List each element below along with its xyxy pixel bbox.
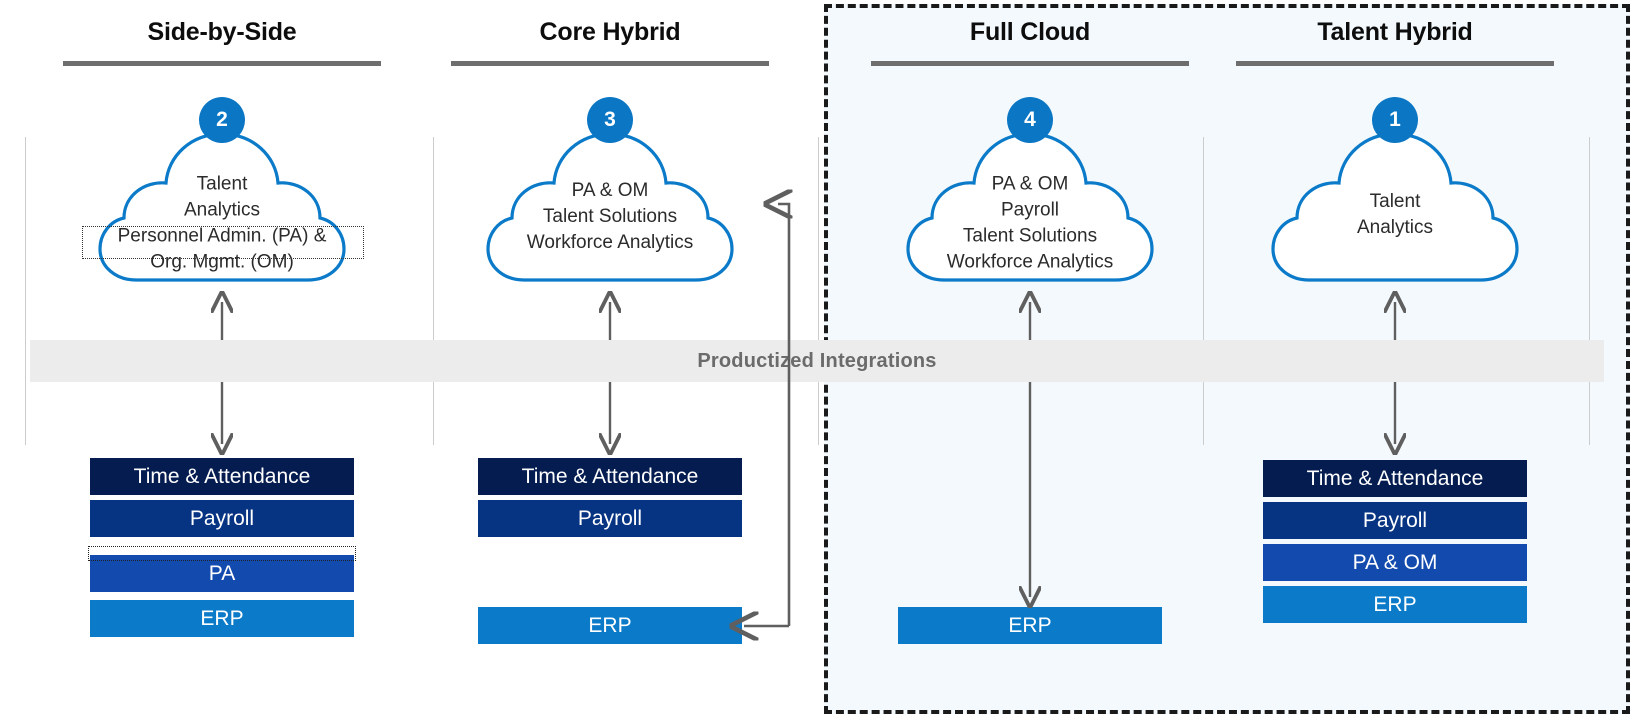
product-stack: Time & Attendance Payroll PA & OM ERP bbox=[1263, 460, 1527, 628]
cloud-shape: PA & OM Payroll Talent Solutions Workfor… bbox=[880, 128, 1180, 293]
column-rule bbox=[451, 61, 769, 66]
stack-block-erp[interactable]: ERP bbox=[1263, 586, 1527, 623]
column-title: Full Cloud bbox=[969, 18, 1091, 46]
step-badge: 4 bbox=[1007, 97, 1053, 143]
product-stack: Time & Attendance Payroll PA ERP bbox=[88, 458, 356, 642]
stack-block-payroll[interactable]: Payroll bbox=[478, 500, 742, 537]
column-talent-hybrid: Talent Hybrid 1 Talent Analytics Time & … bbox=[1205, 0, 1585, 719]
stack-block-payroll[interactable]: Payroll bbox=[1263, 502, 1527, 539]
stack-block-empty bbox=[898, 542, 1162, 602]
cloud-label: Talent Analytics Personnel Admin. (PA) &… bbox=[117, 172, 327, 272]
column-separator bbox=[1589, 137, 1590, 445]
column-full-cloud: Full Cloud 4 PA & OM Payroll Talent Solu… bbox=[840, 0, 1220, 719]
stack-block-payroll[interactable]: Payroll bbox=[90, 500, 354, 537]
column-side-by-side: Side-by-Side 2 Talent Analytics Personne… bbox=[32, 0, 412, 719]
step-badge: 3 bbox=[587, 97, 633, 143]
stack-block-erp[interactable]: ERP bbox=[478, 607, 742, 644]
stack-block-empty bbox=[898, 500, 1162, 537]
column-rule bbox=[1236, 61, 1554, 66]
diagram-canvas: Productized Integrations Side-by-Side 2 … bbox=[0, 0, 1634, 719]
product-stack: Time & Attendance Payroll ERP bbox=[478, 458, 742, 649]
cloud-shape: Talent Analytics Personnel Admin. (PA) &… bbox=[72, 128, 372, 293]
cloud-shape: PA & OM Talent Solutions Workforce Analy… bbox=[460, 128, 760, 293]
column-separator bbox=[25, 137, 26, 445]
cloud-shape: Talent Analytics bbox=[1245, 128, 1545, 293]
product-stack: ERP bbox=[898, 458, 1162, 649]
stack-block-empty bbox=[478, 542, 742, 602]
column-rule bbox=[871, 61, 1189, 66]
column-title: Side-by-Side bbox=[147, 18, 297, 46]
step-badge: 1 bbox=[1372, 97, 1418, 143]
stack-block-erp[interactable]: ERP bbox=[898, 607, 1162, 644]
stack-block-time-attendance[interactable]: Time & Attendance bbox=[1263, 460, 1527, 497]
stack-block-erp[interactable]: ERP bbox=[90, 600, 354, 637]
stack-block-time-attendance[interactable]: Time & Attendance bbox=[90, 458, 354, 495]
cloud-label: PA & OM Talent Solutions Workforce Analy… bbox=[526, 179, 694, 253]
column-rule bbox=[63, 61, 381, 66]
column-separator bbox=[818, 137, 819, 445]
column-title: Talent Hybrid bbox=[1317, 18, 1473, 46]
column-title: Core Hybrid bbox=[539, 18, 681, 46]
stack-block-time-attendance[interactable]: Time & Attendance bbox=[478, 458, 742, 495]
cloud-label: Talent Analytics bbox=[1356, 190, 1434, 238]
stack-pa-highlight bbox=[88, 546, 356, 561]
stack-block-empty bbox=[898, 458, 1162, 495]
step-badge: 2 bbox=[199, 97, 245, 143]
cloud-label: PA & OM Payroll Talent Solutions Workfor… bbox=[946, 172, 1114, 272]
column-core-hybrid: Core Hybrid 3 PA & OM Talent Solutions W… bbox=[420, 0, 800, 719]
stack-block-pa-om[interactable]: PA & OM bbox=[1263, 544, 1527, 581]
